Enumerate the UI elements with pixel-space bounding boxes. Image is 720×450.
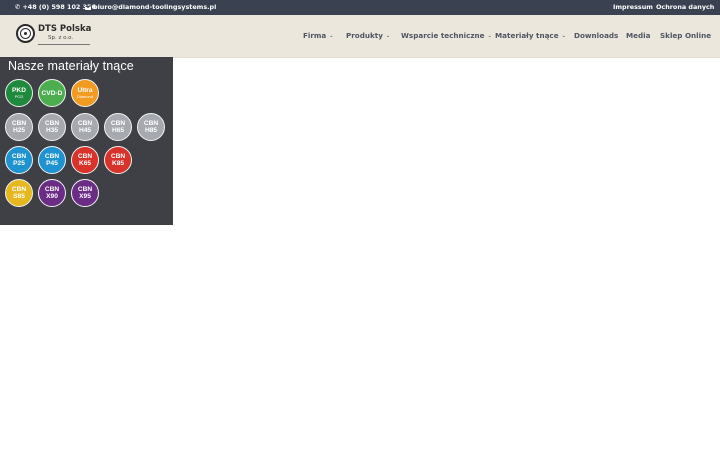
- nav-item-label: Firma: [303, 31, 327, 40]
- nav-item-downloads[interactable]: Downloads: [574, 31, 618, 41]
- nav-item-wsparcie[interactable]: Wsparcie techniczne ⌄: [401, 31, 492, 41]
- material-subcode: PCD: [14, 94, 24, 99]
- material-cbn-p25-badge[interactable]: CBN P25: [5, 146, 33, 174]
- material-ultra-diamond-badge[interactable]: Ultra Diamond: [71, 79, 99, 107]
- logo-mark-icon: [16, 24, 35, 43]
- material-grade: K85: [111, 160, 125, 167]
- material-code: CBN: [143, 120, 159, 127]
- material-code: CBN: [44, 186, 60, 193]
- material-grade: H35: [45, 127, 59, 134]
- site-logo[interactable]: DTS Polska Sp. z o.o.: [16, 22, 94, 48]
- material-cbn-s85-badge[interactable]: CBN S85: [5, 179, 33, 207]
- nav-item-label: Downloads: [574, 31, 619, 40]
- material-cbn-h45-badge[interactable]: CBN H45: [71, 113, 99, 141]
- phone-icon: ✆: [15, 3, 21, 11]
- material-code: Ultra: [77, 87, 93, 94]
- material-code: CVD-D: [41, 89, 63, 97]
- site-header: DTS Polska Sp. z o.o. Firma ⌄ Produkty ⌄ W…: [0, 15, 720, 58]
- nav-item-label: Media: [626, 31, 651, 40]
- nav-item-label: Produkty: [346, 31, 383, 40]
- mail-icon: [85, 5, 91, 10]
- nav-item-media[interactable]: Media: [626, 31, 651, 41]
- logo-name: DTS Polska: [38, 24, 92, 34]
- material-code: PKD: [12, 87, 26, 94]
- nav-item-firma[interactable]: Firma ⌄: [303, 31, 333, 41]
- material-cbn-p45-badge[interactable]: CBN P45: [38, 146, 66, 174]
- material-code: CBN: [77, 153, 93, 160]
- nav-item-produkty[interactable]: Produkty ⌄: [346, 31, 390, 41]
- material-code: CBN: [110, 120, 126, 127]
- material-code: CBN: [11, 120, 27, 127]
- impressum-link-label[interactable]: Impressum: [613, 0, 653, 15]
- top-bar: ✆ +48 (0) 598 102 356 biuro@diamond-tool…: [0, 0, 720, 15]
- phone-contact[interactable]: ✆ +48 (0) 598 102 356: [15, 0, 96, 15]
- material-cbn-x90-badge[interactable]: CBN X90: [38, 179, 66, 207]
- material-grade: P25: [13, 160, 25, 167]
- material-grade: H45: [78, 127, 92, 134]
- material-grade: H25: [12, 127, 26, 134]
- nav-item-label: Materiały tnące: [495, 31, 559, 40]
- chevron-down-icon: ⌄: [561, 33, 566, 39]
- material-cbn-h35-badge[interactable]: CBN H35: [38, 113, 66, 141]
- materials-panel: Nasze materiały tnące PKD PCD CVD-D Ultr…: [0, 57, 173, 225]
- material-cbn-h25-badge[interactable]: CBN H25: [5, 113, 33, 141]
- material-cbn-h85-badge[interactable]: CBN H85: [137, 113, 165, 141]
- material-code: CBN: [77, 186, 93, 193]
- material-code: CBN: [11, 186, 27, 193]
- material-grade: X95: [79, 193, 91, 200]
- material-code: CBN: [44, 153, 60, 160]
- materials-panel-title: Nasze materiały tnące: [8, 59, 134, 73]
- material-grade: K65: [78, 160, 92, 167]
- material-grade: X90: [46, 193, 58, 200]
- material-grade: S85: [13, 193, 25, 200]
- material-code: CBN: [77, 120, 93, 127]
- chevron-down-icon: ⌄: [487, 33, 492, 39]
- privacy-link-label[interactable]: Ochrona danych: [656, 0, 714, 15]
- logo-subtitle: Sp. z o.o.: [48, 35, 74, 41]
- privacy-link[interactable]: Ochrona danych: [656, 0, 714, 15]
- nav-item-label: Wsparcie techniczne: [401, 31, 485, 40]
- material-cbn-h65-badge[interactable]: CBN H65: [104, 113, 132, 141]
- material-code: CBN: [44, 120, 60, 127]
- material-cbn-k85-badge[interactable]: CBN K85: [104, 146, 132, 174]
- impressum-link[interactable]: Impressum: [613, 0, 653, 15]
- email-address[interactable]: biuro@diamond-toolingsystems.pl: [93, 0, 216, 15]
- material-code: CBN: [11, 153, 27, 160]
- material-cbn-k65-badge[interactable]: CBN K65: [71, 146, 99, 174]
- logo-divider: [38, 44, 90, 45]
- chevron-down-icon: ⌄: [329, 33, 334, 39]
- nav-item-sklep[interactable]: Sklep Online: [660, 31, 711, 41]
- material-pkd-badge[interactable]: PKD PCD: [5, 79, 33, 107]
- chevron-down-icon: ⌄: [385, 33, 391, 39]
- material-grade: H85: [144, 127, 158, 134]
- nav-item-label: Sklep Online: [660, 31, 712, 40]
- material-grade: P45: [46, 160, 58, 167]
- material-grade: H65: [111, 127, 125, 134]
- material-cbn-x95-badge[interactable]: CBN X95: [71, 179, 99, 207]
- nav-item-materialy[interactable]: Materiały tnące ⌄: [495, 31, 566, 41]
- material-cvd-d-badge[interactable]: CVD-D: [38, 79, 66, 107]
- email-contact[interactable]: biuro@diamond-toolingsystems.pl: [85, 0, 216, 15]
- material-subcode: Diamond: [76, 94, 93, 99]
- material-code: CBN: [110, 153, 126, 160]
